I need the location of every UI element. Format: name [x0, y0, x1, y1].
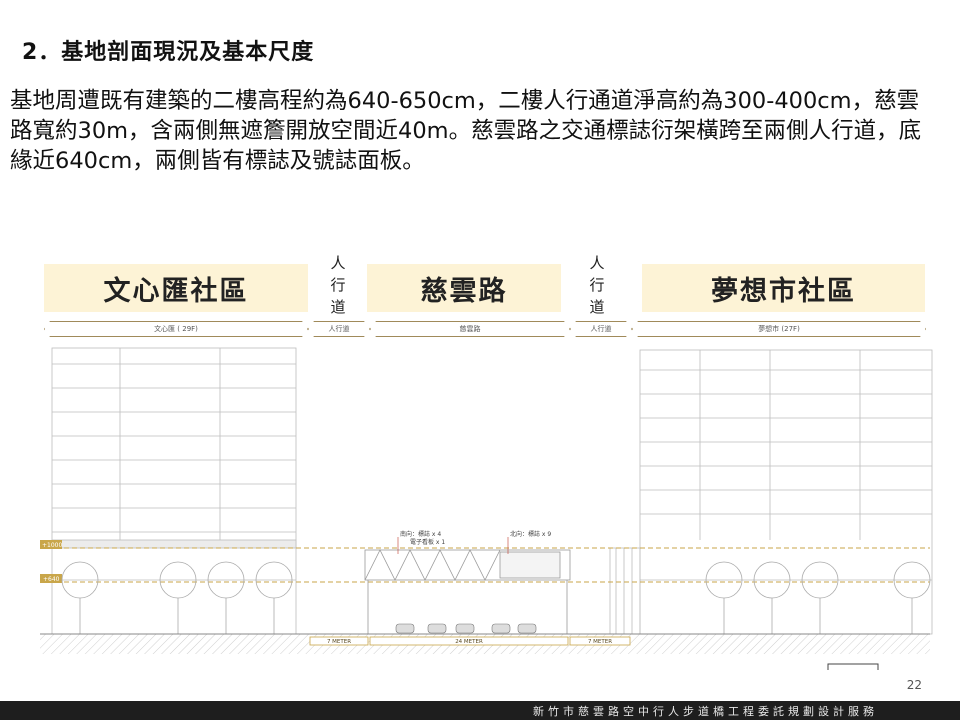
- scale-bar: [827, 663, 879, 670]
- dim-sidewalk-left: 人行道: [308, 321, 370, 337]
- level-lower-label: +640: [43, 576, 60, 583]
- sidewalk-label-right: 人 行 道: [577, 252, 617, 318]
- site-section-drawing: +1000 +640 南向：標誌 x 4 電子看板 x 1 北向：標誌 x 9 …: [40, 347, 933, 670]
- right-building: [609, 349, 933, 635]
- slide-body-text: 基地周遭既有建築的二樓高程約為640-650cm，二樓人行通道淨高約為300-4…: [10, 88, 922, 174]
- dim-right-building: 夢想市 (27F): [632, 321, 926, 337]
- sign-truss: [364, 549, 571, 634]
- band-road: 慈雲路: [367, 264, 561, 312]
- level-upper-label: +1000: [42, 542, 62, 549]
- street-trees: [61, 561, 931, 634]
- band-left-community: 文心匯社區: [44, 264, 308, 312]
- footer-project-name: 新竹市慈雲路空中行人步道橋工程委託規劃設計服務: [533, 705, 878, 718]
- sidewalk-char: 行: [589, 276, 605, 294]
- sidewalk-char: 行: [330, 276, 346, 294]
- footer-bar: 新竹市慈雲路空中行人步道橋工程委託規劃設計服務: [0, 701, 960, 720]
- sidewalk-char: 人: [330, 254, 346, 272]
- slide-title: 2．基地剖面現況及基本尺度: [22, 40, 315, 65]
- sidewalk-char: 道: [589, 298, 605, 316]
- meter-center: 24 METER: [455, 639, 483, 645]
- sign-note-ebillboard: 電子看板 x 1: [410, 538, 445, 546]
- sidewalk-char: 道: [330, 298, 346, 316]
- meter-left: 7 METER: [327, 639, 351, 645]
- dim-left-building: 文心匯 ( 29F): [44, 321, 308, 337]
- meter-right: 7 METER: [588, 639, 612, 645]
- road-cars: [395, 623, 537, 634]
- page-number: 22: [906, 678, 922, 692]
- dim-sidewalk-right: 人行道: [570, 321, 632, 337]
- dim-road: 慈雲路: [370, 321, 570, 337]
- sign-note-south: 南向：標誌 x 4: [400, 530, 441, 538]
- sign-note-north: 北向：標誌 x 9: [510, 530, 551, 538]
- sidewalk-char: 人: [589, 254, 605, 272]
- band-right-community: 夢想市社區: [642, 264, 925, 312]
- sidewalk-label-left: 人 行 道: [318, 252, 358, 318]
